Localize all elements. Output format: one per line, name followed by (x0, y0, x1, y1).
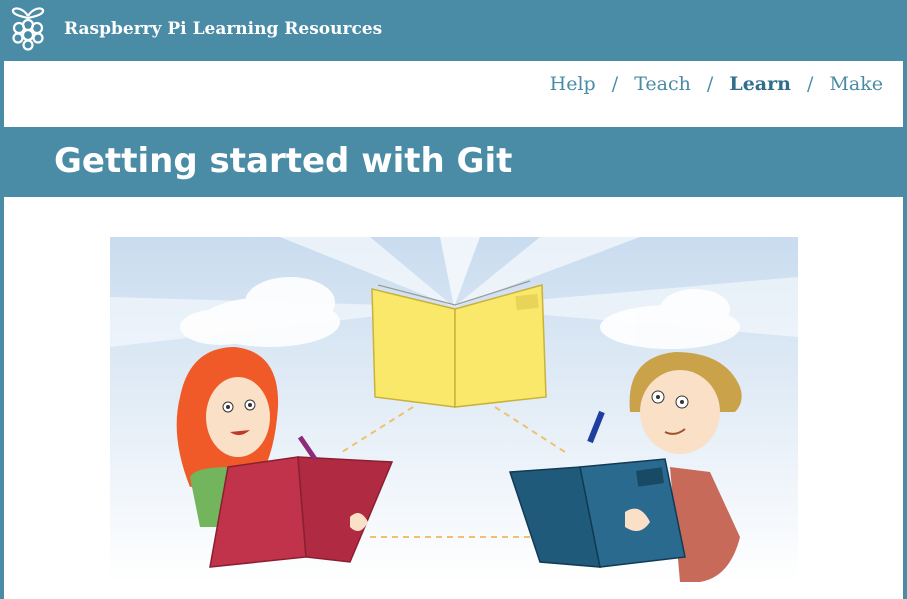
nav-item-make[interactable]: Make (829, 73, 883, 95)
nav-bar: Help / Teach / Learn / Make (4, 61, 903, 127)
raspberry-logo-icon[interactable] (7, 4, 49, 52)
title-band: Getting started with Git (0, 127, 907, 197)
nav-item-learn[interactable]: Learn (729, 73, 791, 95)
nav-separator: / (706, 73, 714, 95)
site-title[interactable]: Raspberry Pi Learning Resources (64, 19, 382, 39)
main-nav: Help / Teach / Learn / Make (550, 73, 883, 95)
content-area (4, 197, 903, 599)
nav-item-teach[interactable]: Teach (634, 73, 691, 95)
nav-separator: / (807, 73, 814, 95)
page-title: Getting started with Git (54, 141, 513, 181)
nav-separator: / (611, 73, 619, 95)
top-bar: Raspberry Pi Learning Resources (0, 0, 907, 61)
collaboration-illustration (110, 237, 798, 582)
nav-item-help[interactable]: Help (550, 73, 596, 95)
